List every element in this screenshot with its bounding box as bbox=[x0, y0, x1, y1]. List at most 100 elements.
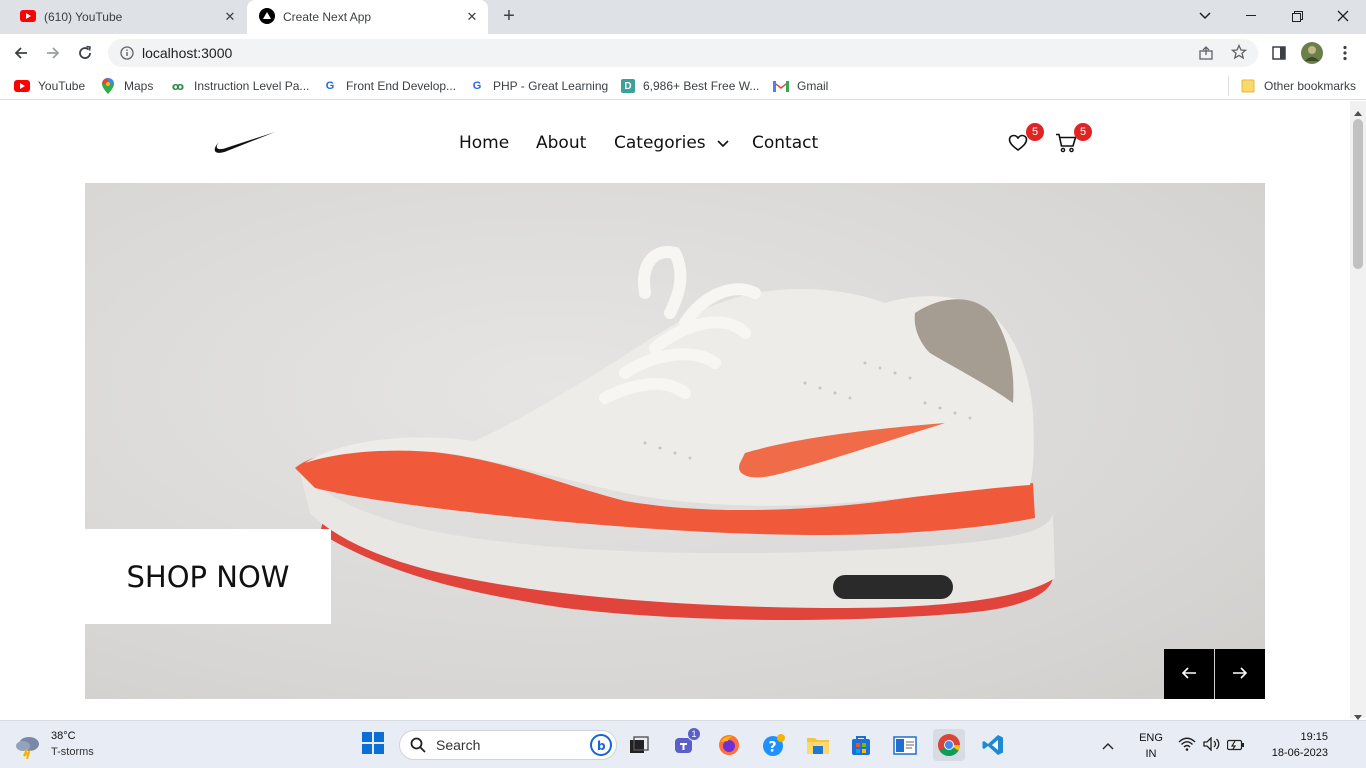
nike-logo[interactable] bbox=[213, 131, 275, 160]
tab-title: Create Next App bbox=[283, 10, 372, 24]
arrow-right-icon bbox=[1232, 663, 1248, 686]
restore-button[interactable] bbox=[1284, 4, 1310, 28]
task-view-icon[interactable] bbox=[623, 729, 655, 761]
bookmark-youtube[interactable]: YouTube bbox=[14, 77, 85, 95]
bookmarks-divider bbox=[1228, 76, 1229, 96]
wishlist-count-badge: 5 bbox=[1026, 123, 1044, 141]
site-navbar: Home About Categories Contact 5 5 bbox=[0, 101, 1350, 183]
bookmarks-bar: YouTube Maps ꝏ Instruction Level Pa... G… bbox=[0, 72, 1366, 100]
chevron-down-icon bbox=[717, 133, 729, 153]
folder-icon bbox=[1240, 78, 1256, 94]
volume-icon[interactable] bbox=[1203, 736, 1221, 756]
windows-start-button[interactable] bbox=[357, 729, 389, 761]
windows-taskbar: 38°C T-storms Search b 1 ? ENG IN 19:15 … bbox=[0, 720, 1366, 768]
battery-icon[interactable] bbox=[1226, 738, 1245, 756]
taskbar-search[interactable]: Search b bbox=[399, 730, 617, 760]
next-slide-button[interactable] bbox=[1215, 649, 1265, 699]
cart-count-badge: 5 bbox=[1074, 123, 1092, 141]
vscode-icon[interactable] bbox=[977, 729, 1009, 761]
scrollbar-thumb[interactable] bbox=[1353, 119, 1363, 269]
forward-button[interactable] bbox=[40, 41, 66, 65]
reload-button[interactable] bbox=[72, 41, 98, 65]
svg-text:b: b bbox=[597, 739, 606, 753]
get-help-icon[interactable]: ? bbox=[758, 729, 790, 761]
other-bookmarks[interactable]: Other bookmarks bbox=[1240, 77, 1356, 95]
bookmark-instruction-level[interactable]: ꝏ Instruction Level Pa... bbox=[170, 77, 310, 95]
svg-text:?: ? bbox=[769, 740, 777, 756]
nav-home[interactable]: Home bbox=[459, 133, 509, 153]
bookmark-label: Other bookmarks bbox=[1264, 79, 1357, 93]
side-panel-icon[interactable] bbox=[1266, 41, 1292, 65]
bookmark-label: PHP - Great Learning bbox=[493, 79, 609, 93]
language-bottom: IN bbox=[1145, 748, 1157, 760]
nextjs-icon bbox=[259, 7, 275, 27]
chrome-menu-icon[interactable] bbox=[1332, 41, 1358, 65]
language-indicator[interactable]: ENG IN bbox=[1137, 730, 1165, 762]
show-hidden-icons-chevron-up-icon[interactable] bbox=[1102, 737, 1114, 755]
great-learning-icon: G bbox=[472, 80, 482, 92]
bookmark-label: 6,986+ Best Free W... bbox=[643, 79, 760, 93]
weather-desc: T-storms bbox=[51, 746, 94, 758]
bookmark-maps[interactable]: Maps bbox=[100, 77, 153, 95]
nav-contact[interactable]: Contact bbox=[752, 133, 818, 153]
profile-avatar[interactable] bbox=[1299, 41, 1325, 65]
browser-toolbar: localhost:3000 bbox=[0, 34, 1366, 72]
bookmark-free-w[interactable]: D 6,986+ Best Free W... bbox=[621, 77, 759, 95]
address-bar[interactable]: localhost:3000 bbox=[108, 39, 1258, 67]
url-text: localhost:3000 bbox=[142, 45, 233, 61]
page-viewport: Home About Categories Contact 5 5 SHOP N… bbox=[0, 101, 1350, 718]
tab-youtube[interactable]: (610) YouTube ✕ bbox=[8, 0, 246, 34]
bing-icon: b bbox=[590, 734, 612, 756]
bookmark-php[interactable]: G PHP - Great Learning bbox=[469, 77, 608, 95]
bookmark-label: Maps bbox=[124, 79, 154, 93]
file-explorer-icon[interactable] bbox=[802, 729, 834, 761]
carousel-controls bbox=[1164, 649, 1265, 699]
nav-categories[interactable]: Categories bbox=[614, 133, 729, 153]
tab-strip: (610) YouTube ✕ Create Next App ✕ + bbox=[0, 0, 1366, 34]
hero-carousel: SHOP NOW bbox=[85, 183, 1265, 699]
cart-button[interactable] bbox=[1055, 133, 1077, 158]
page-scrollbar[interactable] bbox=[1350, 101, 1366, 720]
clock-time: 19:15 bbox=[1300, 731, 1328, 743]
clock-date: 18-06-2023 bbox=[1271, 747, 1328, 759]
close-tab-icon[interactable]: ✕ bbox=[464, 9, 480, 25]
microsoft-store-icon[interactable] bbox=[845, 729, 877, 761]
new-tab-button[interactable]: + bbox=[498, 6, 520, 28]
wifi-icon[interactable] bbox=[1178, 737, 1196, 756]
shop-now-button[interactable]: SHOP NOW bbox=[85, 529, 331, 624]
weather-storm-icon bbox=[14, 733, 42, 764]
bookmark-label: Front End Develop... bbox=[346, 79, 457, 93]
d-icon: D bbox=[621, 79, 635, 93]
close-window-button[interactable] bbox=[1330, 4, 1356, 28]
share-icon[interactable] bbox=[1198, 45, 1214, 61]
minimize-button[interactable] bbox=[1238, 4, 1264, 28]
notepad-icon[interactable] bbox=[889, 729, 921, 761]
windows-logo-icon bbox=[362, 731, 384, 759]
arrow-left-icon bbox=[1181, 663, 1197, 686]
bookmark-star-icon[interactable] bbox=[1231, 44, 1247, 60]
system-clock[interactable]: 19:15 18-06-2023 bbox=[1256, 729, 1328, 761]
great-learning-icon: G bbox=[325, 80, 335, 92]
maps-icon bbox=[100, 78, 116, 94]
site-info-icon[interactable] bbox=[120, 46, 134, 60]
bookmark-front-end[interactable]: G Front End Develop... bbox=[322, 77, 456, 95]
wishlist-button[interactable] bbox=[1008, 134, 1028, 157]
teams-badge: 1 bbox=[687, 727, 701, 741]
tab-create-next-app[interactable]: Create Next App ✕ bbox=[247, 0, 488, 34]
nav-about[interactable]: About bbox=[536, 133, 586, 153]
bookmark-gmail[interactable]: Gmail bbox=[773, 77, 828, 95]
language-top: ENG bbox=[1139, 732, 1163, 744]
heart-icon bbox=[1008, 134, 1028, 156]
youtube-icon bbox=[14, 78, 30, 94]
back-button[interactable] bbox=[8, 41, 34, 65]
search-placeholder: Search bbox=[436, 737, 481, 753]
nav-categories-label: Categories bbox=[614, 133, 706, 153]
chrome-taskbar-icon[interactable] bbox=[933, 729, 965, 761]
close-tab-icon[interactable]: ✕ bbox=[222, 9, 238, 25]
tab-search-icon[interactable] bbox=[1192, 4, 1218, 28]
prev-slide-button[interactable] bbox=[1164, 649, 1214, 699]
firefox-icon[interactable] bbox=[713, 729, 745, 761]
teams-chat-icon[interactable]: 1 bbox=[669, 727, 701, 761]
bookmark-label: YouTube bbox=[38, 79, 86, 93]
search-icon bbox=[410, 737, 426, 753]
